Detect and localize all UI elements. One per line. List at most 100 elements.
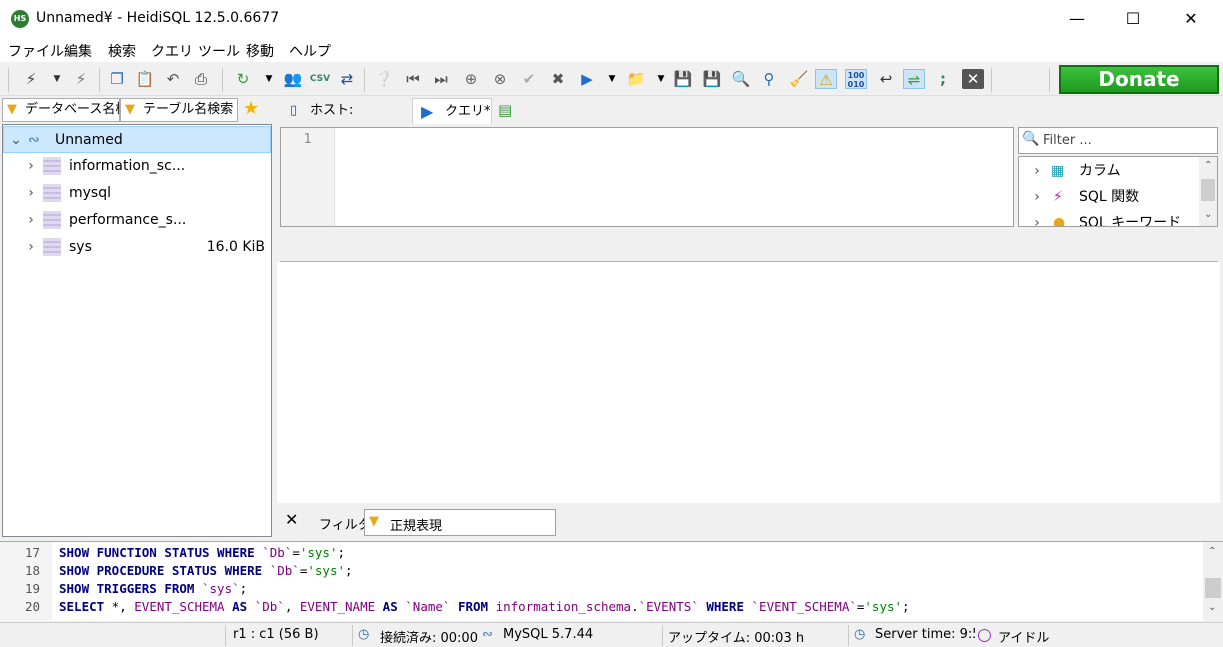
connect-icon[interactable]: ⚡ xyxy=(20,69,42,89)
database-tree: ⌄ ∾ Unnamed › information_sc... › mysql … xyxy=(2,124,272,537)
scroll-down-icon[interactable]: ⌄ xyxy=(1204,209,1212,220)
cancel-record-icon[interactable]: ✖ xyxy=(547,69,569,89)
filter-icon: ▼ xyxy=(7,102,17,117)
binary-view-icon[interactable]: 100 010 xyxy=(845,69,867,89)
copy-icon[interactable]: ❐ xyxy=(106,69,128,89)
chevron-right-icon[interactable]: › xyxy=(25,207,37,234)
semicolon-icon[interactable]: ; xyxy=(932,69,954,89)
sync-icon[interactable]: ⇌ xyxy=(903,69,925,89)
sql-editor[interactable]: 1 xyxy=(280,127,1014,227)
dropdown-arrow-icon[interactable]: ▼ xyxy=(258,69,280,89)
database-icon xyxy=(43,238,61,256)
chevron-right-icon[interactable]: › xyxy=(1031,210,1043,226)
log-token: 'sys' xyxy=(307,563,346,578)
refresh-icon[interactable]: ↻ xyxy=(232,69,254,89)
log-token xyxy=(225,599,233,614)
close-button[interactable]: ✕ xyxy=(1162,0,1220,38)
tree-root-session[interactable]: ⌄ ∾ Unnamed xyxy=(3,126,271,153)
menu-help[interactable]: ヘルプ xyxy=(289,41,331,61)
table-search-field[interactable]: ▼ テーブル名検索 xyxy=(120,98,238,122)
open-folder-icon[interactable]: 📁 xyxy=(625,69,647,89)
log-line: SHOW TRIGGERS FROM `sys`; xyxy=(59,580,247,598)
sql-log[interactable]: 17 18 19 20 SHOW FUNCTION STATUS WHERE `… xyxy=(0,541,1223,622)
maximize-button[interactable]: ☐ xyxy=(1104,0,1162,38)
wrap-lines-icon[interactable]: ↩ xyxy=(875,69,897,89)
donate-button[interactable]: Donate xyxy=(1059,65,1219,94)
warning-stop-icon[interactable]: ⚠ xyxy=(815,69,837,89)
scroll-up-icon[interactable]: ⌃ xyxy=(1204,160,1212,171)
insert-record-icon[interactable]: ⊕ xyxy=(460,69,482,89)
helper-filter-field[interactable]: 🔍 Filter ... xyxy=(1018,127,1218,154)
tab-query[interactable]: ▶ クエリ* xyxy=(412,98,492,124)
tab-host[interactable]: ▯ ホスト: 127.0.0.1 xyxy=(282,98,412,144)
helper-item-sql-functions[interactable]: › ⚡ SQL 関数 xyxy=(1019,184,1199,210)
filter-bar: ✕ フィルタ ▼ 正規表現 xyxy=(277,506,1220,538)
transfer-icon[interactable]: ⇄ xyxy=(336,69,358,89)
help-icon[interactable]: ❔ xyxy=(373,69,395,89)
menu-edit[interactable]: 編集 xyxy=(64,41,92,61)
undo-icon[interactable]: ↶ xyxy=(162,69,184,89)
database-search-field[interactable]: ▼ データベース名検索 xyxy=(2,98,120,122)
tree-item-database[interactable]: › performance_s... xyxy=(3,207,271,234)
tree-item-database[interactable]: › sys 16.0 KiB xyxy=(3,234,271,261)
new-query-tab-icon[interactable]: ▤ xyxy=(498,101,512,119)
minimize-button[interactable]: — xyxy=(1048,0,1106,38)
log-token: `Db` xyxy=(269,563,300,578)
scroll-up-icon[interactable]: ⌃ xyxy=(1208,546,1216,557)
close-tab-icon[interactable]: ✕ xyxy=(962,69,984,89)
chevron-right-icon[interactable]: › xyxy=(25,153,37,180)
first-record-icon[interactable]: ⏮ xyxy=(402,69,424,89)
dropdown-arrow-icon[interactable]: ▼ xyxy=(601,69,623,89)
play-icon: ▶ xyxy=(421,102,434,121)
mysql-dolphin-icon: ∾ xyxy=(482,627,493,642)
dropdown-arrow-icon[interactable]: ▼ xyxy=(46,69,68,89)
table-grid-icon: ▦ xyxy=(1051,163,1065,179)
scroll-thumb[interactable] xyxy=(1205,578,1221,598)
menu-tools[interactable]: ツール xyxy=(198,41,240,61)
log-scrollbar[interactable]: ⌃ ⌄ xyxy=(1203,542,1223,621)
regex-filter-field[interactable]: ▼ 正規表現 xyxy=(364,509,556,536)
tree-item-database[interactable]: › information_sc... xyxy=(3,153,271,180)
helper-item-columns[interactable]: › ▦ カラム xyxy=(1019,158,1199,184)
helper-scrollbar[interactable]: ⌃ ⌄ xyxy=(1199,157,1217,226)
chevron-right-icon[interactable]: › xyxy=(25,234,37,261)
chevron-right-icon[interactable]: › xyxy=(25,180,37,207)
paste-icon[interactable]: 📋 xyxy=(134,69,156,89)
menu-query[interactable]: クエリ xyxy=(151,41,193,61)
scroll-down-icon[interactable]: ⌄ xyxy=(1208,602,1216,613)
menu-file[interactable]: ファイル xyxy=(8,41,64,61)
log-token: WHERE xyxy=(706,599,744,614)
tree-item-database[interactable]: › mysql xyxy=(3,180,271,207)
helper-item-sql-keywords[interactable]: › ● SQL キーワード xyxy=(1019,210,1199,227)
save-icon[interactable]: 💾 xyxy=(672,69,694,89)
print-icon[interactable]: ⎙ xyxy=(190,69,212,89)
scroll-thumb[interactable] xyxy=(1201,179,1215,201)
chevron-right-icon[interactable]: › xyxy=(1031,158,1043,184)
export-csv-icon[interactable]: CSV xyxy=(309,69,331,89)
menu-go[interactable]: 移動 xyxy=(246,41,274,61)
chevron-down-icon[interactable]: ⌄ xyxy=(10,127,22,154)
find-next-icon[interactable]: ⚲ xyxy=(758,69,780,89)
keyword-icon: ● xyxy=(1053,215,1066,227)
save-snippet-icon[interactable]: 💾 xyxy=(701,69,723,89)
close-filter-icon[interactable]: ✕ xyxy=(285,510,298,529)
log-token: `Name` xyxy=(405,599,451,614)
log-token: ; xyxy=(902,599,910,614)
dropdown-arrow-icon[interactable]: ▼ xyxy=(650,69,672,89)
run-query-icon[interactable]: ▶ xyxy=(576,69,598,89)
log-token: EVENT_SCHEMA xyxy=(134,599,225,614)
delete-record-icon[interactable]: ⊗ xyxy=(489,69,511,89)
search-icon[interactable]: 🔍 xyxy=(730,69,752,89)
favorites-star-icon[interactable]: ★ xyxy=(243,98,259,119)
lightning-icon: ⚡ xyxy=(1053,189,1063,205)
chevron-right-icon[interactable]: › xyxy=(1031,184,1043,210)
post-record-icon[interactable]: ✔ xyxy=(518,69,540,89)
format-sql-icon[interactable]: 🧹 xyxy=(788,69,810,89)
menu-search[interactable]: 検索 xyxy=(108,41,136,61)
user-manager-icon[interactable]: 👥 xyxy=(282,69,304,89)
disconnect-icon[interactable]: ⚡ xyxy=(70,69,92,89)
last-record-icon[interactable]: ⏭ xyxy=(430,69,452,89)
log-token: FROM xyxy=(457,599,489,614)
result-grid[interactable] xyxy=(277,262,1220,503)
log-token: SHOW FUNCTION STATUS WHERE xyxy=(59,545,255,560)
